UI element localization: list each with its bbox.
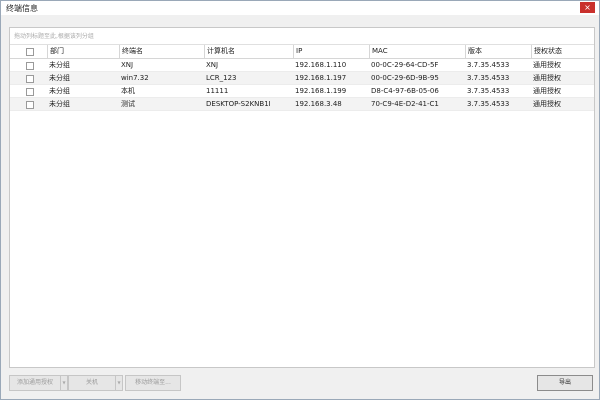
row-checkbox[interactable] [26,101,34,109]
table-row[interactable]: 未分组 XNJ XNJ 192.168.1.110 00-0C-29-64-CD… [10,59,594,72]
add-license-label: 添加通用授权 [16,379,53,386]
cell-ip: 192.168.1.199 [295,87,347,95]
cell-ip: 192.168.1.110 [295,61,347,69]
column-header-dept[interactable]: 部门▲ [47,45,122,58]
table-header: 部门▲ 终端名 计算机名 IP MAC 版本 授权状态 [10,44,594,59]
cell-computer: DESKTOP-S2KNB1I [206,100,271,108]
select-all-checkbox[interactable] [26,48,34,56]
row-checkbox[interactable] [26,88,34,96]
cell-terminal: win7.32 [121,74,149,82]
export-button[interactable]: 导出 [537,375,593,391]
column-header-terminal[interactable]: 终端名 [119,45,207,58]
cell-terminal: 本机 [121,87,135,95]
move-terminal-button[interactable]: 移动终端至... [125,375,181,391]
shutdown-label: 关机 [85,379,98,386]
column-header-ip[interactable]: IP [293,45,372,58]
group-by-hint: 拖动列标题至此,根据该列分组 [14,33,94,40]
row-checkbox[interactable] [26,62,34,70]
cell-license: 通用授权 [533,61,561,69]
cell-version: 3.7.35.4533 [467,61,510,69]
chevron-down-icon[interactable]: ▼ [115,376,122,390]
cell-license: 通用授权 [533,100,561,108]
column-header-mac[interactable]: MAC [369,45,468,58]
column-header-computer[interactable]: 计算机名 [204,45,296,58]
terminal-grid-panel: 拖动列标题至此,根据该列分组 部门▲ 终端名 计算机名 IP MAC 版本 授权… [9,27,595,368]
title-bar: 终端信息 × [1,1,599,15]
cell-version: 3.7.35.4533 [467,74,510,82]
cell-terminal: 测试 [121,100,135,108]
cell-dept: 未分组 [49,87,70,95]
row-checkbox[interactable] [26,75,34,83]
close-icon[interactable]: × [580,2,595,13]
cell-version: 3.7.35.4533 [467,100,510,108]
cell-computer: LCR_123 [206,74,237,82]
shutdown-button[interactable]: 关机 ▼ [68,375,123,391]
window-title: 终端信息 [6,4,38,13]
cell-dept: 未分组 [49,74,70,82]
cell-mac: 00-0C-29-6D-9B-95 [371,74,439,82]
cell-mac: 70-C9-4E-D2-41-C1 [371,100,439,108]
cell-computer: XNJ [206,61,219,69]
chevron-down-icon[interactable]: ▼ [60,376,67,390]
cell-license: 通用授权 [533,87,561,95]
cell-ip: 192.168.3.48 [295,100,342,108]
cell-license: 通用授权 [533,74,561,82]
add-license-button[interactable]: 添加通用授权 ▼ [9,375,68,391]
cell-version: 3.7.35.4533 [467,87,510,95]
cell-terminal: XNJ [121,61,134,69]
column-header-dept-label: 部门 [50,47,64,55]
table-row[interactable]: 未分组 win7.32 LCR_123 192.168.1.197 00-0C-… [10,72,594,85]
table-row[interactable]: 未分组 本机 11111 192.168.1.199 D8-C4-97-6B-0… [10,85,594,98]
column-header-license[interactable]: 授权状态 [531,45,597,58]
terminal-info-window: 终端信息 × 拖动列标题至此,根据该列分组 部门▲ 终端名 计算机名 IP MA… [0,0,600,400]
cell-ip: 192.168.1.197 [295,74,347,82]
table-row[interactable]: 未分组 测试 DESKTOP-S2KNB1I 192.168.3.48 70-C… [10,98,594,111]
cell-dept: 未分组 [49,61,70,69]
column-header-version[interactable]: 版本 [465,45,534,58]
cell-computer: 11111 [206,87,229,95]
cell-dept: 未分组 [49,100,70,108]
cell-mac: 00-0C-29-64-CD-5F [371,61,439,69]
terminal-table: 部门▲ 终端名 计算机名 IP MAC 版本 授权状态 未分组 XNJ XNJ … [10,44,594,111]
cell-mac: D8-C4-97-6B-05-06 [371,87,439,95]
